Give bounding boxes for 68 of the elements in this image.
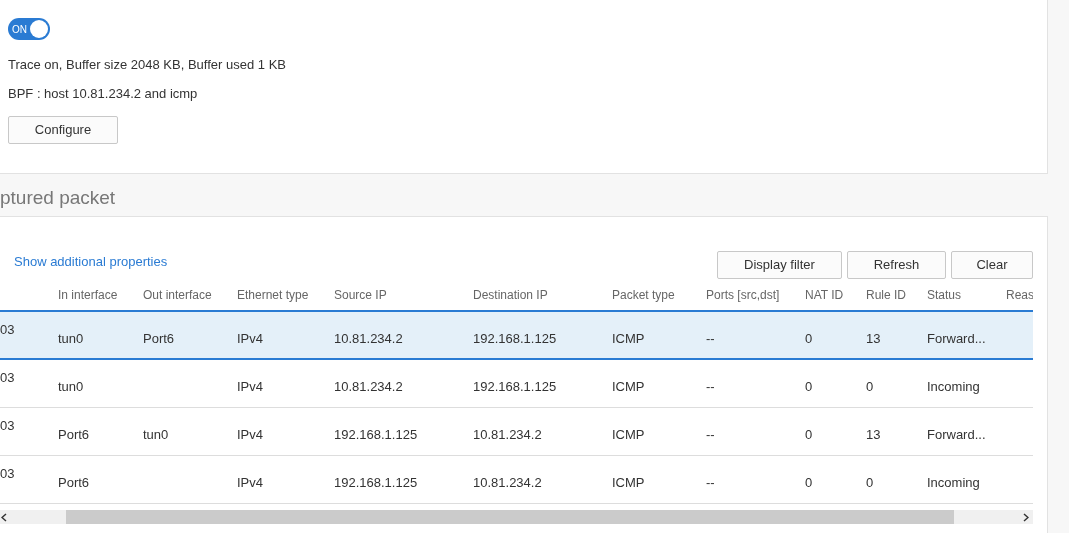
bpf-filter: BPF : host 10.81.234.2 and icmp xyxy=(8,86,199,102)
table-cell-text: 0 xyxy=(866,474,875,492)
column-header[interactable]: Out interface xyxy=(143,286,237,304)
table-cell-text: 0 xyxy=(866,378,875,396)
table-row[interactable]: 03 tun0 IPv4 10.81.234.2 192.168.1.125 ICMP -- 0 0 Incoming xyxy=(0,360,1033,408)
column-header[interactable]: Destination IP xyxy=(473,286,612,304)
table-cell-text: Forward... xyxy=(927,330,987,348)
toolbar-button[interactable]: Display filter xyxy=(717,251,842,279)
table-cell-text: ICMP xyxy=(612,474,646,492)
chevron-right-icon[interactable] xyxy=(1023,512,1029,522)
table-cell-text: 0 xyxy=(805,378,814,396)
table-cell-text: Incoming xyxy=(927,474,981,492)
trace-toggle[interactable]: ON xyxy=(8,18,50,40)
show-properties-link[interactable]: Show additional properties xyxy=(14,251,168,271)
table-cell-text: 192.168.1.125 xyxy=(473,330,558,348)
table-cell-text: 0 xyxy=(805,330,814,348)
column-header[interactable]: Reas xyxy=(1006,286,1033,304)
trace-status: Trace on, Buffer size 2048 KB, Buffer used 1 KB xyxy=(8,57,287,73)
table-cell-text: 0 xyxy=(805,474,814,492)
table-cell-text: -- xyxy=(706,474,716,492)
table-cell-text: Port6 xyxy=(58,426,91,444)
table-cell-text: Forward... xyxy=(927,426,987,444)
table-cell-text: -- xyxy=(706,330,716,348)
column-header[interactable]: Rule ID xyxy=(866,286,927,304)
column-header[interactable]: NAT ID xyxy=(805,286,866,304)
table-cell-text: 13 xyxy=(866,330,882,348)
table-cell-text: Incoming xyxy=(927,378,981,396)
table-cell-text: ICMP xyxy=(612,426,646,444)
table-cell-text: 192.168.1.125 xyxy=(334,474,419,492)
column-header[interactable]: Source IP xyxy=(334,286,473,304)
column-header[interactable]: Status xyxy=(927,286,1006,304)
table-row[interactable]: 03 Port6 IPv4 192.168.1.125 10.81.234.2 ICMP -- 0 0 Incoming xyxy=(0,456,1033,504)
table-cell-text: -- xyxy=(706,378,716,396)
chevron-left-icon[interactable] xyxy=(1,512,7,522)
table-cell-text: 0 xyxy=(805,426,814,444)
table-cell-text: tun0 xyxy=(58,378,85,396)
table-cell-text: IPv4 xyxy=(237,426,264,444)
table-cell-text: 03 xyxy=(0,465,16,483)
column-header[interactable]: In interface xyxy=(58,286,143,304)
column-header[interactable]: Ports [src,dst] xyxy=(706,286,805,304)
table-cell-text: IPv4 xyxy=(237,474,264,492)
table-cell-text: 10.81.234.2 xyxy=(334,378,404,396)
table-cell-text: 10.81.234.2 xyxy=(473,474,543,492)
table-cell-text: tun0 xyxy=(143,426,170,444)
table-cell-text: Port6 xyxy=(58,474,91,492)
table-cell-text: ICMP xyxy=(612,378,646,396)
table-cell-text: 13 xyxy=(866,426,882,444)
table-cell-text: IPv4 xyxy=(237,378,264,396)
toolbar-button[interactable]: Clear xyxy=(951,251,1033,279)
toolbar-button[interactable]: Refresh xyxy=(847,251,946,279)
table-cell-text: 192.168.1.125 xyxy=(334,426,419,444)
table-cell-text: ICMP xyxy=(612,330,646,348)
table-cell-text: 03 xyxy=(0,321,16,339)
section-title: ptured packet xyxy=(0,186,117,210)
table-cell-text: tun0 xyxy=(58,330,85,348)
table-cell-text: 10.81.234.2 xyxy=(334,330,404,348)
table-cell-text: IPv4 xyxy=(237,330,264,348)
table-row[interactable]: 03 Port6 tun0 IPv4 192.168.1.125 10.81.234.2 ICMP -- 0 13 Forward... xyxy=(0,408,1033,456)
table-cell-text: 03 xyxy=(0,369,16,387)
table-cell-text: -- xyxy=(706,426,716,444)
configure-button[interactable]: Configure xyxy=(8,116,118,144)
table-row[interactable]: 03 tun0 Port6 IPv4 10.81.234.2 192.168.1.125 ICMP -- 0 13 Forward... xyxy=(0,312,1033,360)
table-cell-text: 03 xyxy=(0,417,16,435)
table-cell-text: 192.168.1.125 xyxy=(473,378,558,396)
column-header[interactable]: Ethernet type xyxy=(237,286,334,304)
column-header[interactable]: Packet type xyxy=(612,286,706,304)
table-cell-text: 10.81.234.2 xyxy=(473,426,543,444)
table-cell-text: Port6 xyxy=(143,330,176,348)
